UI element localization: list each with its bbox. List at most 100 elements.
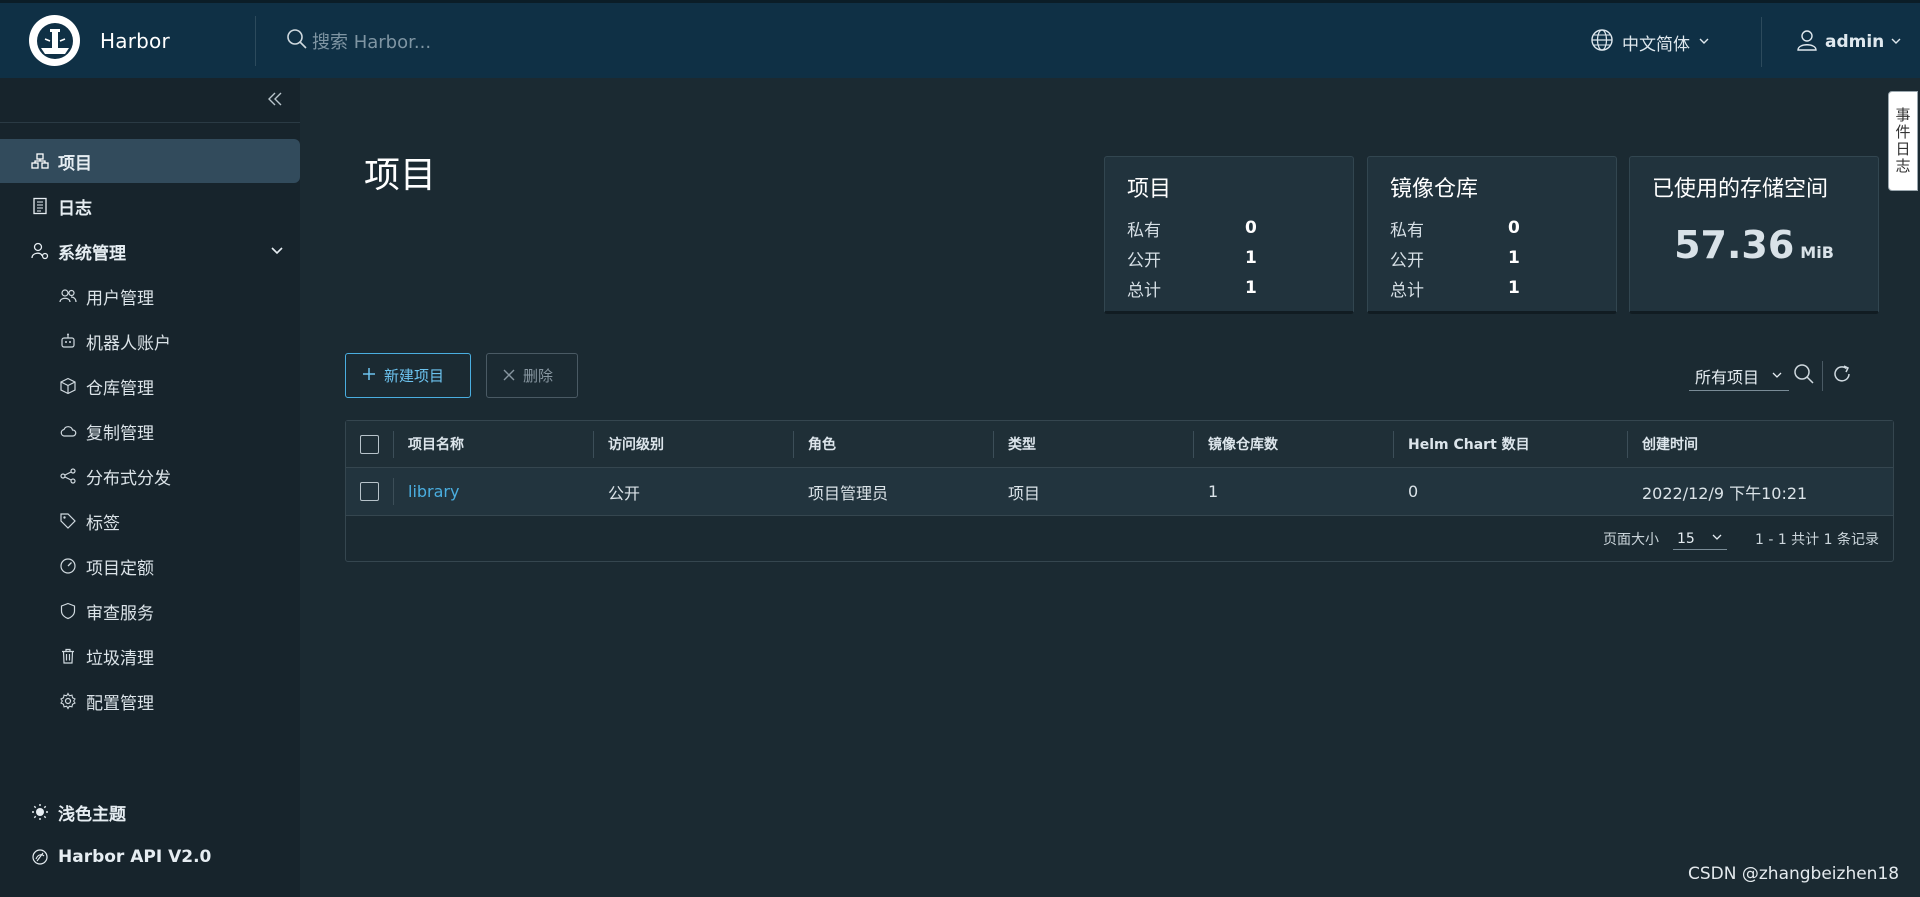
robot-icon (58, 331, 78, 351)
sidebar-item-label: 标签 (86, 513, 120, 534)
select-all-checkbox[interactable] (360, 434, 379, 454)
refresh-button[interactable] (1828, 362, 1856, 390)
sidebar-item-label: 垃圾清理 (86, 648, 154, 669)
cell-type: 项目 (1008, 483, 1041, 503)
brand[interactable]: Harbor (0, 3, 255, 78)
new-project-button[interactable]: 新建项目 (345, 353, 471, 398)
pagination-summary: 1 - 1 共计 1 条记录 (1754, 532, 1879, 548)
cell-creation-time: 2022/12/9 下午10:21 (1642, 483, 1808, 503)
row-key: 公开 (1127, 250, 1161, 271)
card-row-public: 公开 1 (1127, 243, 1331, 273)
row-value: 0 (1245, 218, 1257, 238)
chevron-down-icon (1698, 32, 1710, 52)
column-header-creation-time[interactable]: 创建时间 (1642, 421, 1698, 467)
sidebar-item-scanners[interactable]: 审查服务 (0, 589, 300, 633)
sidebar-item-registries[interactable]: 仓库管理 (0, 364, 300, 408)
pagination: 页面大小 15 1 - 1 共计 1 条记录 (1603, 516, 1879, 562)
globe-icon (1590, 28, 1614, 57)
sidebar-item-projects[interactable]: 项目 (0, 139, 300, 183)
projects-table: 项目名称 访问级别 角色 类型 镜像仓库数 Helm Chart 数目 创建时间… (345, 420, 1894, 562)
column-separator (393, 478, 394, 505)
table-row[interactable]: library 公开 项目管理员 项目 1 0 2022/12/9 下午10:2… (346, 468, 1893, 516)
light-theme-toggle[interactable]: 浅色主题 (0, 790, 300, 834)
header-divider (1761, 17, 1762, 67)
sidebar: 项目 日志 系统管理 用户管理 机器人账户 仓库管理 复制管理 分布式分发 标签… (0, 78, 300, 897)
column-separator (1627, 431, 1628, 458)
row-checkbox[interactable] (360, 482, 379, 501)
row-key: 总计 (1390, 280, 1424, 301)
chevron-down-icon (1890, 32, 1902, 52)
column-header-role[interactable]: 角色 (808, 421, 836, 467)
harbor-api-link[interactable]: Harbor API V2.0 (0, 835, 300, 879)
delete-label: 删除 (523, 367, 554, 385)
page-size-select[interactable]: 15 (1672, 529, 1727, 550)
users-icon (58, 286, 78, 306)
projects-icon (30, 151, 50, 171)
card-title: 项目 (1127, 177, 1172, 202)
cell-chart-count: 0 (1408, 482, 1419, 501)
sidebar-item-garbage-collection[interactable]: 垃圾清理 (0, 634, 300, 678)
brand-name: Harbor (100, 28, 170, 53)
language-selector[interactable]: 中文简体 (1590, 3, 1710, 81)
projects-summary-card: 项目 私有 0 公开 1 总计 1 (1104, 156, 1354, 314)
double-chevron-left-icon (266, 90, 284, 112)
refresh-icon (1831, 363, 1853, 389)
sidebar-item-labels[interactable]: 标签 (0, 499, 300, 543)
row-value: 1 (1245, 248, 1257, 268)
plus-icon (362, 367, 376, 385)
storage-summary-card: 已使用的存储空间 57.36 MiB (1629, 156, 1879, 314)
project-filter-select[interactable]: 所有项目 (1689, 361, 1789, 391)
card-row-private: 私有 0 (1127, 213, 1331, 243)
sidebar-item-quotas[interactable]: 项目定额 (0, 544, 300, 588)
language-label: 中文简体 (1622, 34, 1690, 55)
column-header-type[interactable]: 类型 (1008, 421, 1036, 467)
sidebar-item-distributions[interactable]: 分布式分发 (0, 454, 300, 498)
event-log-tab[interactable]: 事件日志 (1888, 91, 1918, 191)
sidebar-item-configuration[interactable]: 配置管理 (0, 679, 300, 723)
row-key: 私有 (1390, 220, 1424, 241)
column-header-chart-count[interactable]: Helm Chart 数目 (1408, 421, 1530, 467)
sun-icon (30, 802, 50, 822)
column-header-repo-count[interactable]: 镜像仓库数 (1208, 421, 1278, 467)
sidebar-item-users[interactable]: 用户管理 (0, 274, 300, 318)
search-button[interactable] (1790, 362, 1818, 390)
user-menu[interactable]: admin (1795, 3, 1902, 81)
sidebar-item-robot-accounts[interactable]: 机器人账户 (0, 319, 300, 363)
row-key: 公开 (1390, 250, 1424, 271)
project-name-link[interactable]: library (408, 468, 459, 515)
column-header-name[interactable]: 项目名称 (408, 421, 464, 467)
logs-icon (30, 196, 50, 216)
gauge-icon (58, 556, 78, 576)
harbor-logo-icon (29, 15, 80, 66)
page-size-label: 页面大小 (1602, 532, 1659, 548)
trash-icon (58, 646, 78, 666)
filter-label: 所有项目 (1695, 367, 1760, 387)
new-project-label: 新建项目 (384, 367, 445, 385)
table-header: 项目名称 访问级别 角色 类型 镜像仓库数 Helm Chart 数目 创建时间 (346, 421, 1893, 468)
card-title: 已使用的存储空间 (1652, 177, 1829, 202)
row-key: 总计 (1127, 280, 1161, 301)
api-icon (30, 847, 50, 867)
watermark: CSDN @zhangbeizhen18 (1688, 864, 1900, 884)
sidebar-item-admin[interactable]: 系统管理 (0, 229, 300, 273)
sidebar-item-label: 项目 (58, 153, 92, 174)
sidebar-item-label: 机器人账户 (86, 333, 171, 354)
cell-access-level: 公开 (608, 483, 641, 503)
registry-icon (58, 376, 78, 396)
storage-unit: MiB (1800, 243, 1834, 262)
row-value: 1 (1508, 248, 1520, 268)
storage-value: 57.36 MiB (1652, 223, 1856, 267)
search-input[interactable]: 搜索 Harbor... (312, 28, 431, 54)
sidebar-item-replications[interactable]: 复制管理 (0, 409, 300, 453)
sidebar-item-label: 审查服务 (86, 603, 154, 624)
card-row-public: 公开 1 (1390, 243, 1594, 273)
sidebar-item-label: 系统管理 (58, 243, 126, 264)
global-search[interactable]: 搜索 Harbor... (286, 28, 786, 54)
collapse-sidebar-button[interactable] (262, 88, 288, 114)
sidebar-item-logs[interactable]: 日志 (0, 184, 300, 228)
search-icon (286, 28, 308, 54)
column-separator (593, 431, 594, 458)
sidebar-item-label: 复制管理 (86, 423, 154, 444)
delete-button[interactable]: 删除 (486, 353, 578, 398)
column-header-access-level[interactable]: 访问级别 (608, 421, 664, 467)
